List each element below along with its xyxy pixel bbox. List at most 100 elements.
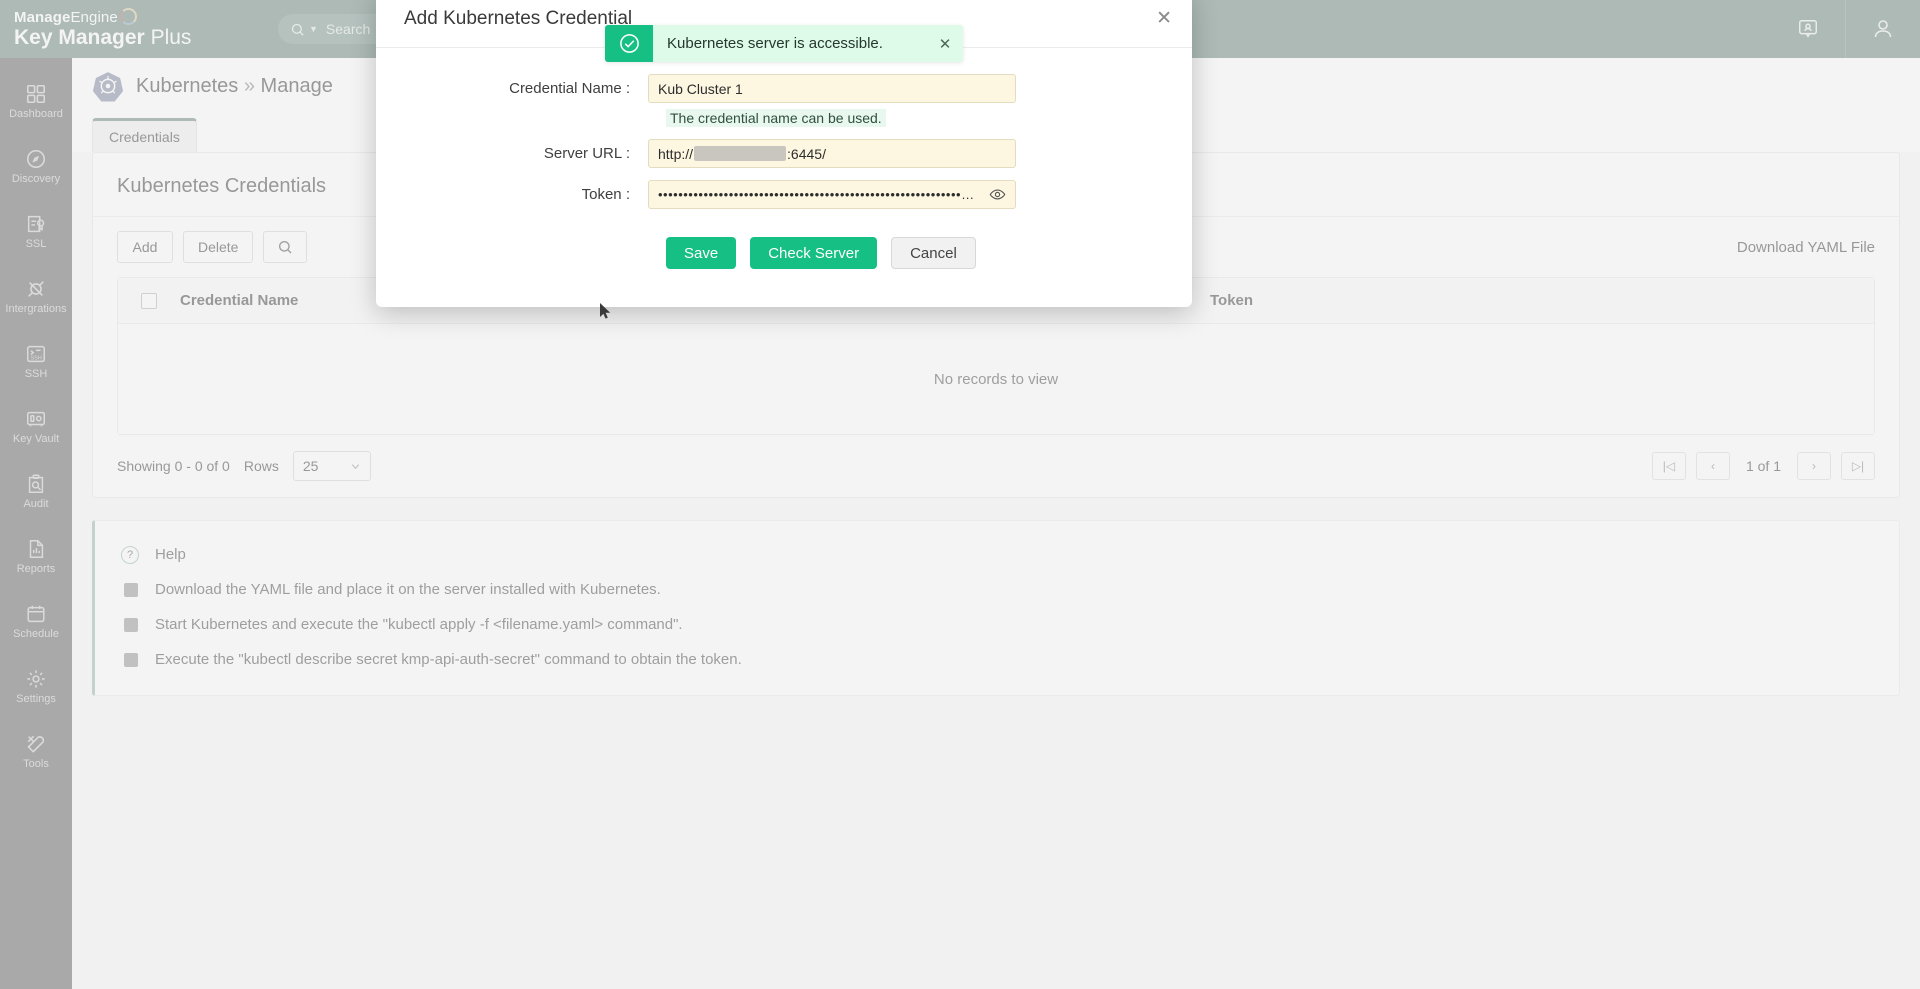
- page-indicator: 1 of 1: [1740, 458, 1787, 474]
- server-url-input[interactable]: http:// :6445/: [648, 139, 1016, 168]
- next-page-button[interactable]: ›: [1797, 452, 1831, 480]
- table-empty-message: No records to view: [118, 324, 1874, 434]
- user-avatar-icon[interactable]: [1846, 0, 1920, 58]
- cancel-button[interactable]: Cancel: [891, 237, 976, 269]
- brand-engine-text: Engine: [70, 9, 117, 26]
- sidebar-item-ssh[interactable]: SSH SSH: [0, 330, 72, 393]
- server-url-label: Server URL :: [376, 145, 648, 162]
- step-bullet-icon: [124, 653, 138, 667]
- pagination-bar: Showing 0 - 0 of 0 Rows 25 |◁ ‹ 1 of 1 ›…: [93, 435, 1899, 497]
- sidebar-item-label: Intergrations: [5, 303, 66, 315]
- rows-label: Rows: [244, 458, 279, 474]
- sidebar-item-label: SSH: [25, 368, 48, 380]
- clipboard-search-icon: [25, 473, 47, 495]
- column-header-token[interactable]: Token: [1210, 292, 1253, 309]
- redacted-host-block: [694, 146, 786, 161]
- sidebar-item-tools[interactable]: Tools: [0, 720, 72, 783]
- credential-name-value: Kub Cluster 1: [658, 81, 743, 97]
- select-all-checkbox[interactable]: [118, 293, 180, 309]
- credential-name-hint-row: The credential name can be used.: [376, 109, 1192, 139]
- sidebar-item-audit[interactable]: Audit: [0, 460, 72, 523]
- check-server-button[interactable]: Check Server: [750, 237, 877, 269]
- header-actions: [1771, 0, 1920, 58]
- question-circle-icon: ?: [121, 546, 139, 564]
- brand-logo[interactable]: ManageEngine Key Manager Plus: [0, 8, 250, 50]
- credential-name-hint: The credential name can be used.: [666, 109, 886, 127]
- sidebar-item-label: SSL: [26, 238, 47, 250]
- sidebar-item-label: Dashboard: [9, 108, 63, 120]
- breadcrumb-current: Manage: [261, 75, 333, 97]
- save-button[interactable]: Save: [666, 237, 736, 269]
- compass-icon: [25, 148, 47, 170]
- token-row: Token : ••••••••••••••••••••••••••••••••…: [376, 180, 1192, 209]
- check-circle-icon: [605, 25, 653, 62]
- token-input[interactable]: ••••••••••••••••••••••••••••••••••••••••…: [648, 180, 1016, 209]
- sidebar-item-key-vault[interactable]: Key Vault: [0, 395, 72, 458]
- download-yaml-link[interactable]: Download YAML File: [1737, 239, 1875, 256]
- help-step-text: Execute the "kubectl describe secret kmp…: [155, 651, 742, 668]
- credential-name-input[interactable]: Kub Cluster 1: [648, 74, 1016, 103]
- credential-form: Credential Name : Kub Cluster 1 The cred…: [376, 48, 1192, 269]
- success-toast: Kubernetes server is accessible. ✕: [605, 25, 963, 62]
- rows-per-page-select[interactable]: 25: [293, 451, 371, 481]
- sidebar-item-intergrations[interactable]: Intergrations: [0, 265, 72, 328]
- breadcrumb-root[interactable]: Kubernetes: [136, 75, 238, 97]
- prev-page-button[interactable]: ‹: [1696, 452, 1730, 480]
- sidebar-item-settings[interactable]: Settings: [0, 655, 72, 718]
- sidebar-item-label: Schedule: [13, 628, 59, 640]
- sidebar-item-schedule[interactable]: Schedule: [0, 590, 72, 653]
- kubernetes-logo-icon: [92, 70, 124, 102]
- server-url-prefix: http://: [658, 146, 693, 162]
- sidebar-item-dashboard[interactable]: Dashboard: [0, 70, 72, 133]
- svg-text:SSH: SSH: [31, 356, 42, 362]
- tab-credentials[interactable]: Credentials: [92, 118, 197, 152]
- search-placeholder: Search: [326, 21, 370, 37]
- credential-name-row: Credential Name : Kub Cluster 1: [376, 74, 1192, 103]
- breadcrumb-separator: »: [244, 75, 255, 97]
- close-icon[interactable]: ✕: [1156, 9, 1172, 28]
- sidebar-item-label: Settings: [16, 693, 56, 705]
- vault-icon: [25, 408, 47, 430]
- left-sidebar: Dashboard Discovery SSL Intergrations: [0, 58, 72, 989]
- delete-button[interactable]: Delete: [183, 231, 253, 263]
- breadcrumb-text: Kubernetes » Manage: [136, 75, 333, 98]
- help-step: Download the YAML file and place it on t…: [95, 572, 1899, 607]
- product-name: Key Manager Plus: [14, 26, 250, 50]
- add-button[interactable]: Add: [117, 231, 173, 263]
- last-page-button[interactable]: ▷|: [1841, 452, 1875, 480]
- showing-count: Showing 0 - 0 of 0: [117, 458, 230, 474]
- eye-icon[interactable]: [989, 186, 1006, 203]
- help-step: Execute the "kubectl describe secret kmp…: [95, 642, 1899, 677]
- help-box: ? Help Download the YAML file and place …: [92, 520, 1900, 696]
- help-header: ? Help: [95, 537, 1899, 572]
- help-step-text: Download the YAML file and place it on t…: [155, 581, 661, 598]
- brand-manageengine: ManageEngine: [14, 8, 250, 26]
- toast-close-icon[interactable]: ✕: [927, 35, 963, 53]
- gear-icon: [25, 668, 47, 690]
- announcement-icon[interactable]: [1771, 0, 1845, 58]
- plug-icon: [25, 278, 47, 300]
- sidebar-item-discovery[interactable]: Discovery: [0, 135, 72, 198]
- chevron-down-icon: ▼: [309, 24, 318, 34]
- grid-icon: [25, 83, 47, 105]
- manageengine-swirl-icon: [120, 8, 137, 25]
- sidebar-item-reports[interactable]: Reports: [0, 525, 72, 588]
- table-search-button[interactable]: [263, 231, 307, 263]
- help-step: Start Kubernetes and execute the "kubect…: [95, 607, 1899, 642]
- sidebar-item-label: Reports: [17, 563, 56, 575]
- sidebar-item-label: Tools: [23, 758, 49, 770]
- sidebar-item-label: Audit: [23, 498, 48, 510]
- sidebar-item-label: Discovery: [12, 173, 60, 185]
- token-masked-value: ••••••••••••••••••••••••••••••••••••••••…: [658, 187, 978, 202]
- tools-icon: [25, 733, 47, 755]
- search-icon: [290, 22, 305, 37]
- credential-name-label: Credential Name :: [376, 80, 648, 97]
- server-url-suffix: :6445/: [787, 146, 826, 162]
- token-label: Token :: [376, 186, 648, 203]
- server-url-row: Server URL : http:// :6445/: [376, 139, 1192, 168]
- first-page-button[interactable]: |◁: [1652, 452, 1686, 480]
- sidebar-item-label: Key Vault: [13, 433, 59, 445]
- sidebar-item-ssl[interactable]: SSL: [0, 200, 72, 263]
- pagination-controls: |◁ ‹ 1 of 1 › ▷|: [1652, 452, 1875, 480]
- help-step-text: Start Kubernetes and execute the "kubect…: [155, 616, 683, 633]
